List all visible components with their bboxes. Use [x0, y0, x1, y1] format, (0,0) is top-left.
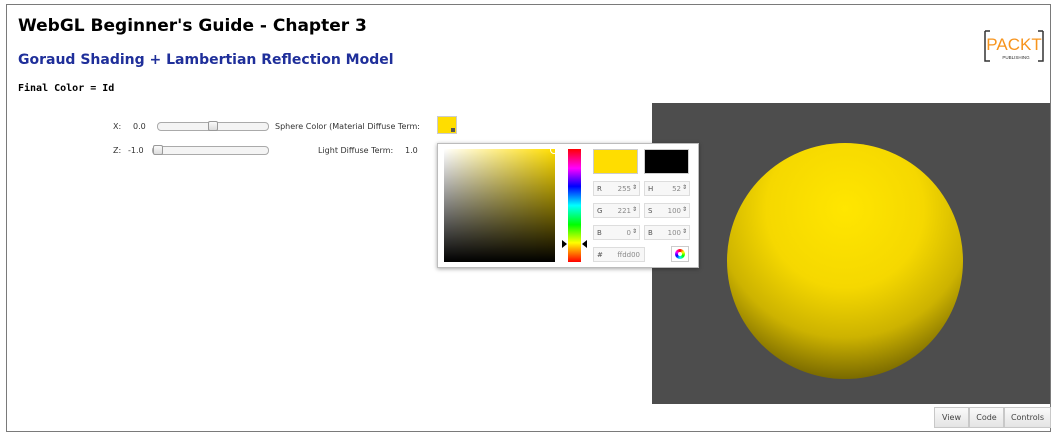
sphere-color-label: Sphere Color (Material Diffuse Term:	[275, 122, 421, 131]
color-picker-popup: R 255 ⇕ H 52 ⇕ G 221 ⇕ S 100 ⇕ B 0 ⇕ B 1…	[437, 143, 699, 268]
z-slider-thumb[interactable]	[153, 145, 163, 155]
shaded-sphere	[727, 143, 963, 379]
brightness-field-label: B	[648, 229, 653, 237]
spinner-icon[interactable]: ⇕	[682, 206, 687, 213]
red-field[interactable]: R 255 ⇕	[593, 181, 640, 196]
original-color-preview[interactable]	[644, 149, 689, 174]
packt-logo: PACKT PUBLISHING	[982, 28, 1046, 66]
page-subtitle: Goraud Shading + Lambertian Reflection M…	[18, 52, 394, 68]
color-wheel-icon	[675, 249, 685, 259]
logo-text: PACKT	[986, 35, 1041, 54]
hex-field[interactable]: # ffdd00	[593, 247, 645, 262]
spinner-icon[interactable]: ⇕	[682, 184, 687, 191]
z-slider[interactable]	[152, 145, 269, 155]
spinner-icon[interactable]: ⇕	[632, 184, 637, 191]
saturation-field[interactable]: S 100 ⇕	[644, 203, 690, 218]
brightness-field[interactable]: B 100 ⇕	[644, 225, 690, 240]
color-wheel-button[interactable]	[671, 246, 689, 262]
hex-field-value: ffdd00	[617, 251, 640, 259]
page-title: WebGL Beginner's Guide - Chapter 3	[18, 16, 367, 36]
hue-field-label: H	[648, 185, 654, 193]
hue-arrow-right-icon[interactable]	[582, 240, 587, 248]
new-color-preview	[593, 149, 638, 174]
z-value: -1.0	[128, 146, 144, 155]
green-field[interactable]: G 221 ⇕	[593, 203, 640, 218]
spinner-icon[interactable]: ⇕	[632, 206, 637, 213]
hex-field-label: #	[597, 251, 603, 259]
red-field-label: R	[597, 185, 602, 193]
hue-slider[interactable]	[568, 149, 581, 262]
hue-arrow-left-icon[interactable]	[562, 240, 567, 248]
x-value: 0.0	[133, 122, 146, 131]
z-label: Z:	[113, 146, 122, 155]
spinner-icon[interactable]: ⇕	[682, 228, 687, 235]
spinner-icon[interactable]: ⇕	[632, 228, 637, 235]
red-field-value: 255	[617, 185, 631, 193]
light-diffuse-label: Light Diffuse Term:	[318, 146, 394, 155]
saturation-brightness-area[interactable]	[444, 146, 558, 262]
blue-field[interactable]: B 0 ⇕	[593, 225, 640, 240]
saturation-field-label: S	[648, 207, 653, 215]
brightness-field-value: 100	[667, 229, 681, 237]
green-field-label: G	[597, 207, 603, 215]
sphere-color-swatch[interactable]	[437, 116, 457, 134]
formula-label: Final Color = Id	[18, 83, 115, 94]
green-field-value: 221	[617, 207, 631, 215]
x-slider-thumb[interactable]	[208, 121, 218, 131]
hue-field-value: 52	[672, 185, 681, 193]
saturation-field-value: 100	[667, 207, 681, 215]
blue-field-value: 0	[626, 229, 631, 237]
sv-marker-icon[interactable]	[550, 146, 558, 154]
view-button[interactable]: View	[934, 407, 969, 428]
hue-field[interactable]: H 52 ⇕	[644, 181, 690, 196]
blue-field-label: B	[597, 229, 602, 237]
dropdown-corner-icon	[451, 128, 455, 132]
code-button[interactable]: Code	[969, 407, 1004, 428]
x-label: X:	[113, 122, 122, 131]
controls-button[interactable]: Controls	[1004, 407, 1051, 428]
logo-subtext: PUBLISHING	[1002, 55, 1030, 60]
x-slider[interactable]	[157, 121, 269, 131]
light-diffuse-value: 1.0	[405, 146, 418, 155]
webgl-canvas[interactable]	[652, 103, 1050, 404]
